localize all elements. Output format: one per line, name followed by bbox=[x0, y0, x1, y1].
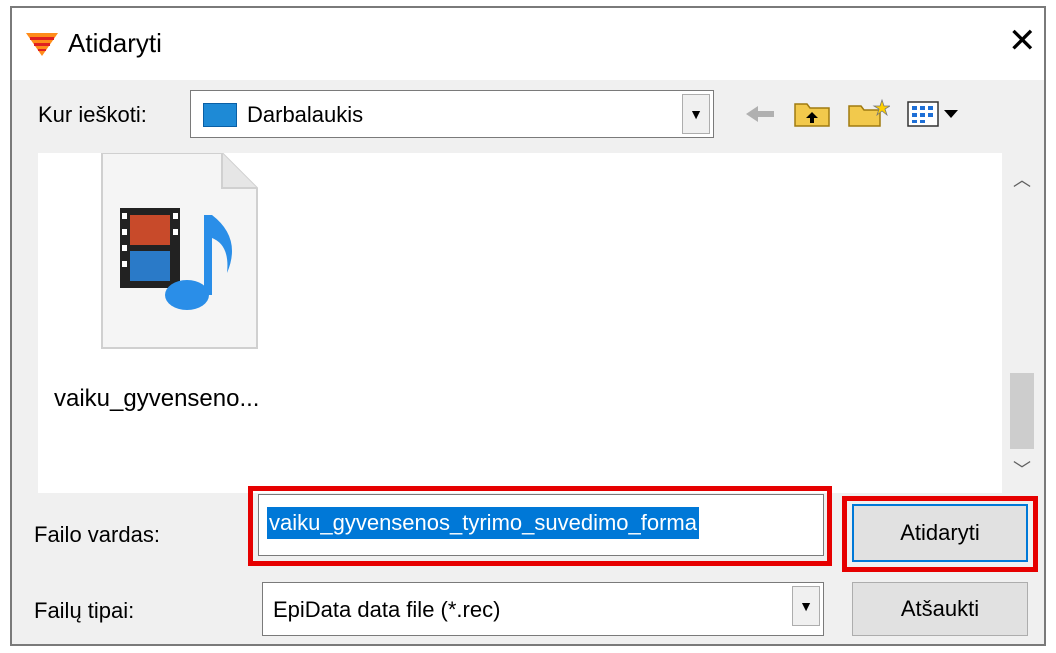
scroll-up-icon[interactable]: ︿ bbox=[1002, 159, 1042, 199]
filename-value: vaiku_gyvensenos_tyrimo_suvedimo_forma bbox=[267, 507, 699, 539]
file-item[interactable]: vaiku_gyvenseno... bbox=[48, 153, 298, 433]
look-in-dropdown[interactable]: Darbalaukis ▼ bbox=[190, 90, 714, 138]
up-folder-icon[interactable] bbox=[792, 98, 832, 130]
desktop-folder-icon bbox=[203, 103, 237, 127]
look-in-value: Darbalaukis bbox=[247, 102, 364, 127]
cancel-button[interactable]: Atšaukti bbox=[852, 582, 1028, 636]
filetype-dropdown[interactable]: EpiData data file (*.rec) ▼ bbox=[262, 582, 824, 636]
media-file-icon bbox=[101, 153, 258, 349]
view-menu-icon[interactable] bbox=[904, 98, 968, 130]
open-file-dialog: Atidaryti ✕ Kur ieškoti: Darbalaukis ▼ v… bbox=[10, 6, 1046, 646]
title-bar: Atidaryti ✕ bbox=[12, 8, 1044, 80]
file-list[interactable]: vaiku_gyvenseno... ︿ ﹀ bbox=[38, 153, 1042, 493]
close-icon[interactable]: ✕ bbox=[1008, 24, 1037, 58]
scroll-down-icon[interactable]: ﹀ bbox=[1002, 449, 1042, 489]
look-in-label: Kur ieškoti: bbox=[38, 102, 147, 127]
window-title: Atidaryti bbox=[68, 28, 162, 58]
new-folder-icon[interactable] bbox=[846, 98, 890, 130]
back-arrow-icon[interactable] bbox=[742, 98, 778, 130]
file-name: vaiku_gyvenseno... bbox=[54, 385, 260, 412]
chevron-down-icon[interactable]: ▼ bbox=[682, 94, 710, 134]
filetype-label: Failų tipai: bbox=[34, 598, 135, 623]
open-button[interactable]: Atidaryti bbox=[852, 504, 1028, 562]
filetype-value: EpiData data file (*.rec) bbox=[273, 597, 501, 622]
epidata-app-icon bbox=[26, 33, 58, 56]
filename-label: Failo vardas: bbox=[34, 522, 160, 547]
scrollbar-thumb[interactable] bbox=[1010, 373, 1034, 449]
vertical-scrollbar[interactable]: ︿ ﹀ bbox=[1002, 153, 1042, 493]
filename-input[interactable]: vaiku_gyvensenos_tyrimo_suvedimo_forma bbox=[258, 494, 824, 556]
chevron-down-icon[interactable]: ▼ bbox=[792, 586, 820, 626]
